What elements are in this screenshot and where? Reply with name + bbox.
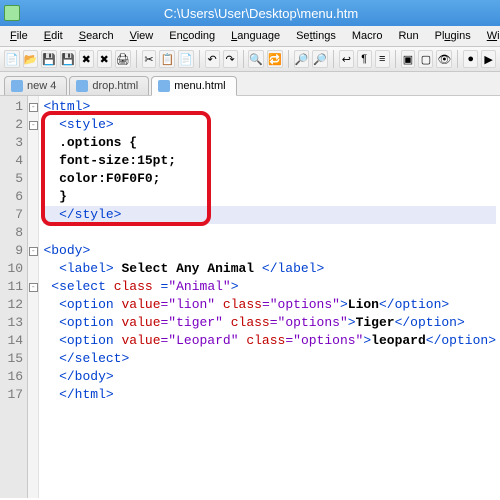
menu-search[interactable]: Search	[73, 28, 120, 44]
fold-toggle-icon[interactable]: -	[29, 247, 38, 256]
cut-button[interactable]: ✂	[142, 50, 157, 68]
code-area[interactable]: <html> <style> .options { font-size:15pt…	[39, 96, 500, 498]
undo-button[interactable]: ↶	[205, 50, 220, 68]
hide-lines-button[interactable]: 👁	[436, 50, 452, 68]
fold-toggle-icon[interactable]: -	[29, 103, 38, 112]
file-icon	[11, 80, 23, 92]
save-button[interactable]: 💾	[41, 50, 57, 68]
zoom-in-button[interactable]: 🔎	[294, 50, 310, 68]
fold-toggle-icon[interactable]: -	[29, 283, 38, 292]
toolbar-separator	[333, 50, 334, 68]
toolbar: 📄 📂 💾 💾 ✖ ✖ 🖨 ✂ 📋 📄 ↶ ↷ 🔍 🔁 🔎 🔎 ↩ ¶ ≡ ▣ …	[0, 47, 500, 72]
toolbar-separator	[288, 50, 289, 68]
tab-new4[interactable]: new 4	[4, 76, 67, 95]
toolbar-separator	[395, 50, 396, 68]
replace-button[interactable]: 🔁	[267, 50, 283, 68]
macro-record-button[interactable]: ●	[463, 50, 478, 68]
file-icon	[76, 80, 88, 92]
menu-macro[interactable]: Macro	[346, 28, 389, 44]
app-icon	[4, 5, 20, 21]
toolbar-separator	[199, 50, 200, 68]
menu-edit[interactable]: Edit	[38, 28, 69, 44]
new-file-button[interactable]: 📄	[4, 50, 20, 68]
copy-button[interactable]: 📋	[159, 50, 175, 68]
menu-file[interactable]: File	[4, 28, 34, 44]
open-file-button[interactable]: 📂	[23, 50, 39, 68]
toolbar-separator	[457, 50, 458, 68]
menu-settings[interactable]: Settings	[290, 28, 342, 44]
menu-view[interactable]: View	[124, 28, 160, 44]
close-all-button[interactable]: ✖	[97, 50, 112, 68]
unfold-button[interactable]: ▢	[418, 50, 433, 68]
tab-label: menu.html	[174, 80, 225, 92]
title-bar: C:\Users\User\Desktop\menu.htm	[0, 0, 500, 26]
window-title: C:\Users\User\Desktop\menu.htm	[26, 6, 496, 21]
fold-toggle-icon[interactable]: -	[29, 121, 38, 130]
zoom-out-button[interactable]: 🔎	[312, 50, 328, 68]
editor[interactable]: 1234 5678 9101112 13141516 17 - - - - <h…	[0, 96, 500, 498]
line-number-gutter: 1234 5678 9101112 13141516 17	[0, 96, 28, 498]
menu-plugins[interactable]: Plugins	[429, 28, 477, 44]
toolbar-separator	[243, 50, 244, 68]
find-button[interactable]: 🔍	[248, 50, 264, 68]
print-button[interactable]: 🖨	[115, 50, 131, 68]
menu-run[interactable]: Run	[392, 28, 424, 44]
tab-label: drop.html	[92, 80, 138, 92]
wordwrap-button[interactable]: ↩	[339, 50, 354, 68]
tab-drop[interactable]: drop.html	[69, 76, 149, 95]
indent-guide-button[interactable]: ≡	[375, 50, 390, 68]
menu-encoding[interactable]: Encoding	[163, 28, 221, 44]
paste-button[interactable]: 📄	[178, 50, 194, 68]
menu-language[interactable]: Language	[225, 28, 286, 44]
file-icon	[158, 80, 170, 92]
fold-button[interactable]: ▣	[401, 50, 416, 68]
show-chars-button[interactable]: ¶	[357, 50, 372, 68]
save-all-button[interactable]: 💾	[60, 50, 76, 68]
close-button[interactable]: ✖	[79, 50, 94, 68]
menu-bar: File Edit Search View Encoding Language …	[0, 26, 500, 47]
menu-window[interactable]: Window	[481, 28, 500, 44]
fold-gutter[interactable]: - - - -	[28, 96, 39, 498]
toolbar-separator	[136, 50, 137, 68]
tab-bar: new 4 drop.html menu.html	[0, 72, 500, 96]
tab-menu[interactable]: menu.html	[151, 76, 236, 96]
redo-button[interactable]: ↷	[223, 50, 238, 68]
tab-label: new 4	[27, 80, 56, 92]
macro-play-button[interactable]: ▶	[481, 50, 496, 68]
